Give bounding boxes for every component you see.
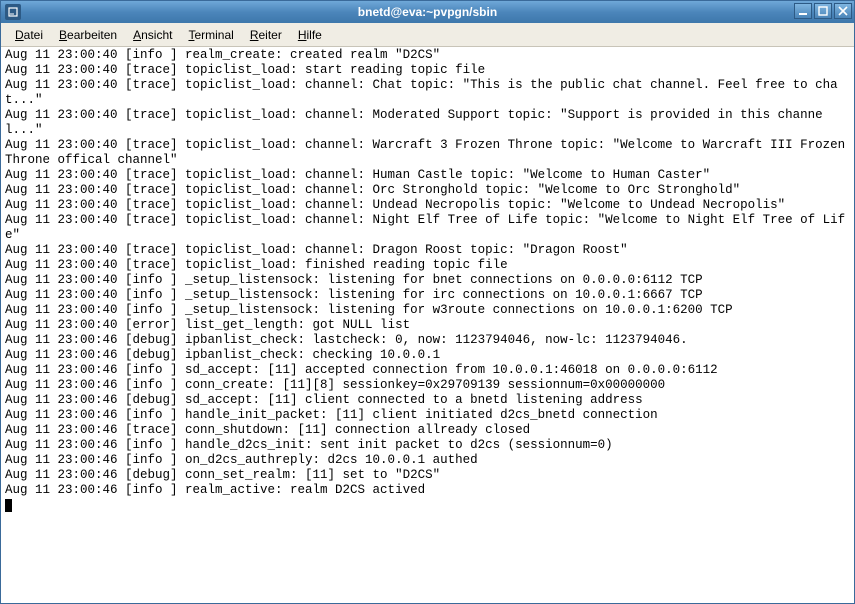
minimize-icon <box>798 6 808 16</box>
terminal-window: bnetd@eva:~pvpgn/sbin DateiBearbeitenAns… <box>0 0 855 604</box>
menu-ansicht[interactable]: Ansicht <box>125 26 180 44</box>
window-controls <box>794 3 852 19</box>
terminal-output[interactable]: Aug 11 23:00:40 [info ] realm_create: cr… <box>1 47 854 603</box>
menu-reiter[interactable]: Reiter <box>242 26 290 44</box>
app-icon <box>5 4 21 20</box>
menu-bearbeiten[interactable]: Bearbeiten <box>51 26 125 44</box>
close-icon <box>838 6 848 16</box>
menu-datei[interactable]: Datei <box>7 26 51 44</box>
menu-hilfe[interactable]: Hilfe <box>290 26 330 44</box>
titlebar[interactable]: bnetd@eva:~pvpgn/sbin <box>1 1 854 23</box>
menu-terminal[interactable]: Terminal <box>180 26 241 44</box>
window-title: bnetd@eva:~pvpgn/sbin <box>358 5 497 19</box>
maximize-button[interactable] <box>814 3 832 19</box>
close-button[interactable] <box>834 3 852 19</box>
maximize-icon <box>818 6 828 16</box>
minimize-button[interactable] <box>794 3 812 19</box>
menubar: DateiBearbeitenAnsichtTerminalReiterHilf… <box>1 23 854 47</box>
terminal-cursor <box>5 499 12 512</box>
